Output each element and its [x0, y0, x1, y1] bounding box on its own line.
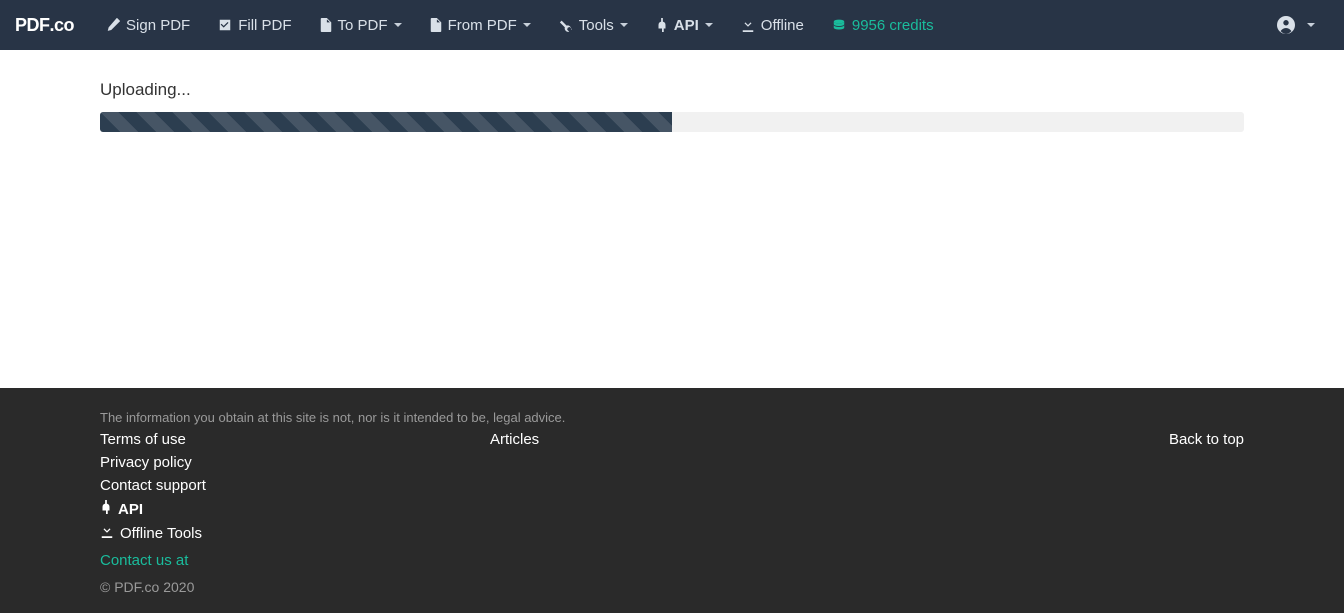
nav-right: [1263, 0, 1329, 50]
plug-icon: [656, 18, 668, 32]
file-icon: [430, 18, 442, 32]
nav-tools[interactable]: Tools: [545, 0, 642, 50]
footer-privacy-link[interactable]: Privacy policy: [100, 454, 490, 471]
nav-label: To PDF: [338, 17, 388, 34]
footer-disclaimer: The information you obtain at this site …: [100, 410, 1244, 425]
nav-label: API: [674, 17, 699, 34]
download-icon: [100, 524, 114, 542]
nav-label: From PDF: [448, 17, 517, 34]
footer-api-link[interactable]: API: [100, 500, 490, 518]
nav-label: Sign PDF: [126, 17, 190, 34]
upload-progress: [100, 112, 1244, 132]
user-circle-icon: [1277, 16, 1295, 34]
footer-copyright: © PDF.co 2020: [100, 579, 1244, 595]
nav-api[interactable]: API: [642, 0, 727, 50]
footer-columns: Terms of use Privacy policy Contact supp…: [100, 431, 1244, 542]
footer-articles-link[interactable]: Articles: [490, 431, 1169, 448]
caret-down-icon: [523, 23, 531, 27]
brand-logo[interactable]: PDF.co: [15, 15, 74, 36]
upload-progress-bar: [100, 112, 672, 132]
caret-down-icon: [1307, 23, 1315, 27]
wrench-icon: [559, 18, 573, 32]
nav-label: 9956 credits: [852, 17, 934, 34]
top-navbar: PDF.co Sign PDF Fill PDF To PDF From: [0, 0, 1344, 50]
download-icon: [741, 18, 755, 32]
nav-left: Sign PDF Fill PDF To PDF From PDF: [92, 0, 948, 50]
nav-from-pdf[interactable]: From PDF: [416, 0, 545, 50]
footer-col-2: Articles: [490, 431, 1169, 542]
footer-support-link[interactable]: Contact support: [100, 477, 490, 494]
upload-status-text: Uploading...: [100, 80, 1244, 100]
nav-label: Tools: [579, 17, 614, 34]
brand-rest: .co: [50, 15, 75, 35]
footer-offline-link[interactable]: Offline Tools: [100, 524, 490, 542]
nav-account[interactable]: [1263, 0, 1329, 50]
pencil-icon: [106, 18, 120, 32]
plug-icon: [100, 500, 112, 518]
nav-credits[interactable]: 9956 credits: [818, 0, 948, 50]
main-content: Uploading...: [0, 50, 1344, 388]
footer: The information you obtain at this site …: [0, 388, 1344, 613]
coins-icon: [832, 18, 846, 32]
nav-fill-pdf[interactable]: Fill PDF: [204, 0, 305, 50]
caret-down-icon: [705, 23, 713, 27]
nav-to-pdf[interactable]: To PDF: [306, 0, 416, 50]
footer-terms-link[interactable]: Terms of use: [100, 431, 490, 448]
nav-offline[interactable]: Offline: [727, 0, 818, 50]
footer-contact-link[interactable]: Contact us at: [100, 552, 1244, 569]
nav-sign-pdf[interactable]: Sign PDF: [92, 0, 204, 50]
file-icon: [320, 18, 332, 32]
footer-col-1: Terms of use Privacy policy Contact supp…: [100, 431, 490, 542]
caret-down-icon: [394, 23, 402, 27]
caret-down-icon: [620, 23, 628, 27]
back-to-top-link[interactable]: Back to top: [1169, 431, 1244, 542]
nav-label: Fill PDF: [238, 17, 291, 34]
nav-label: Offline: [761, 17, 804, 34]
check-square-icon: [218, 18, 232, 32]
brand-bold: PDF: [15, 15, 50, 35]
